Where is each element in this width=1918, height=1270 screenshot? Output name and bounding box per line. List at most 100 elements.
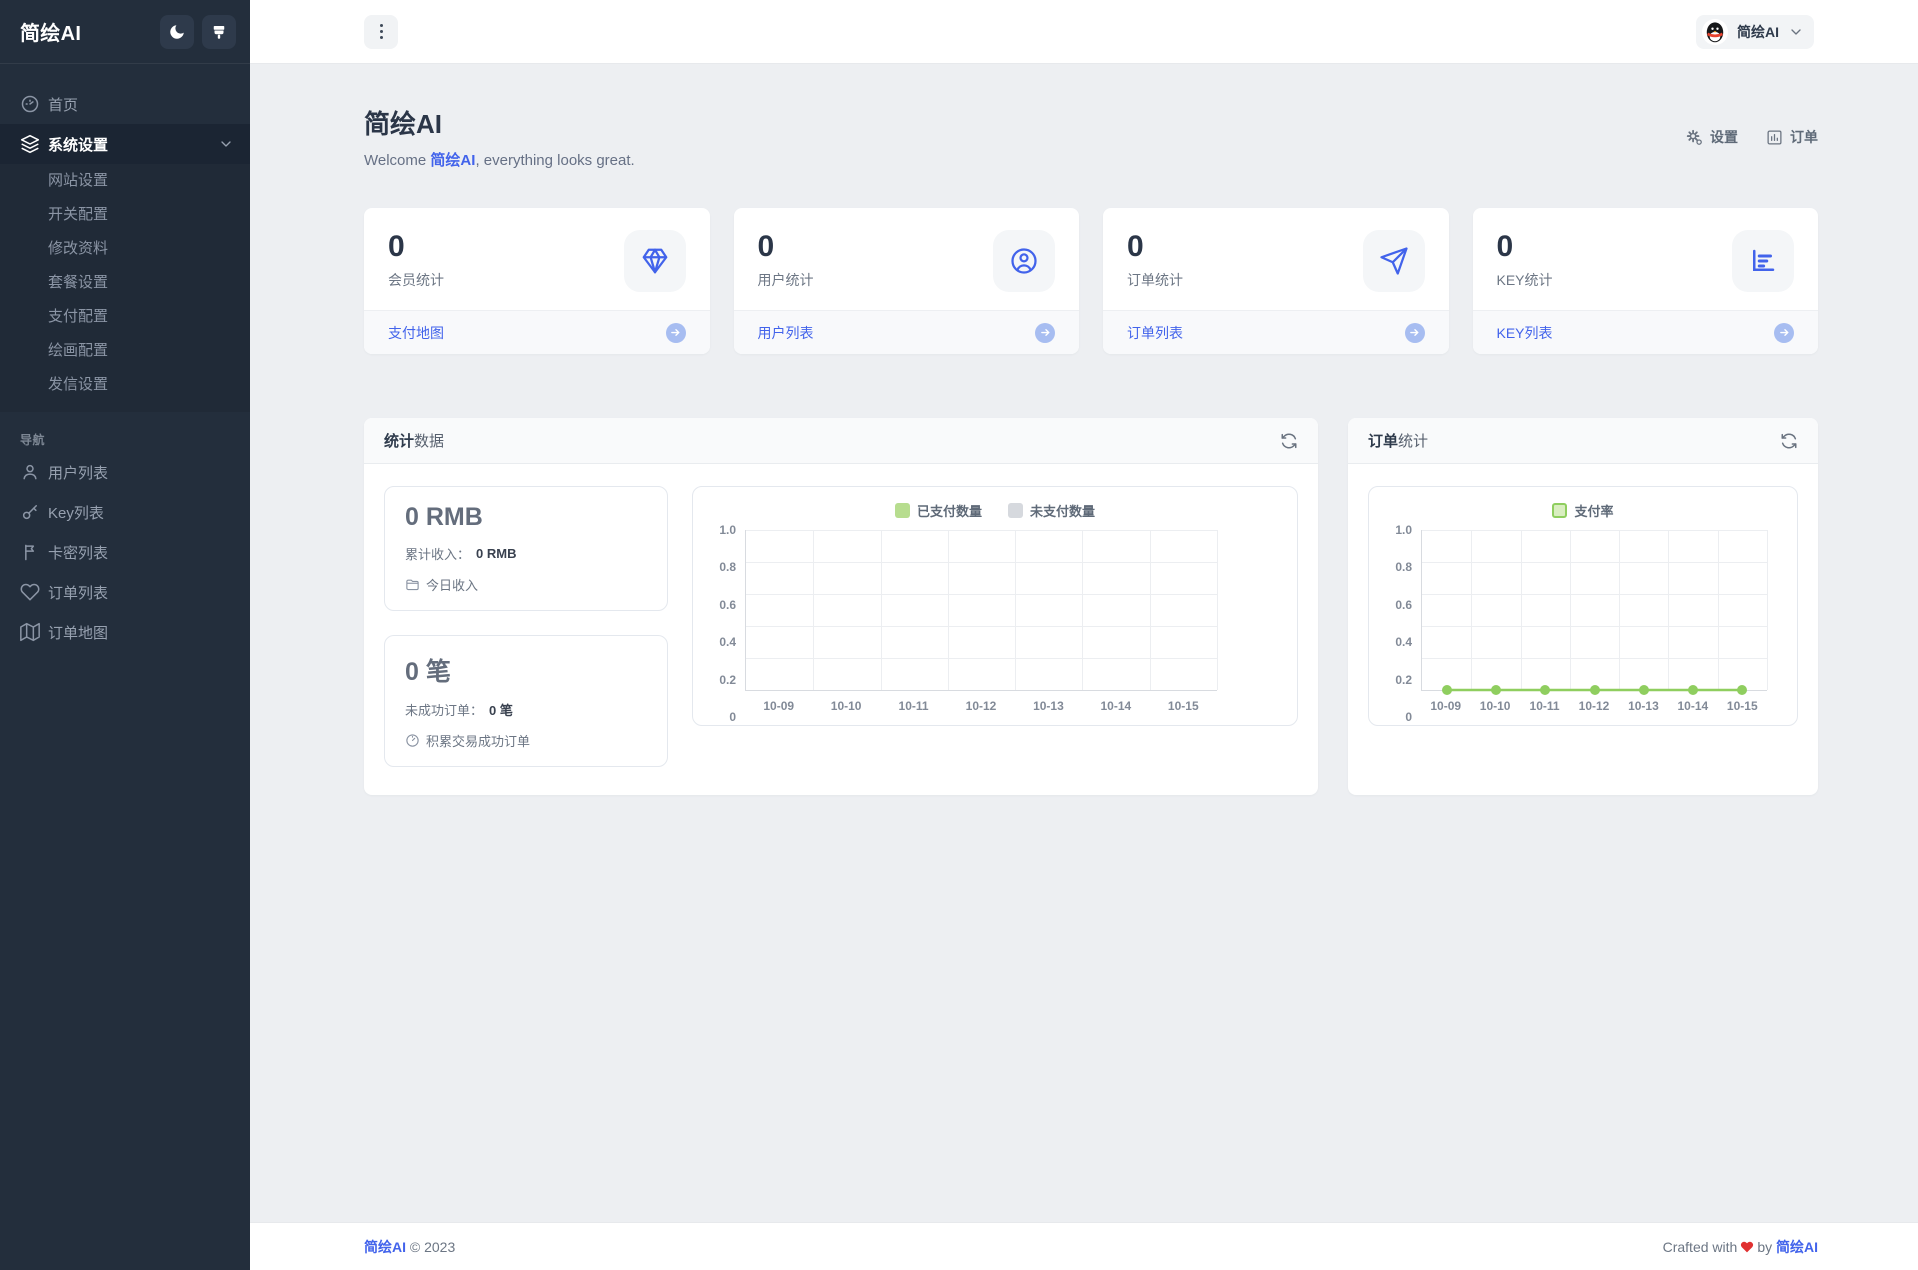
refresh-icon <box>1280 432 1298 450</box>
user-menu[interactable]: 简绘AI <box>1696 15 1814 49</box>
sidebar-subitem-payment-config[interactable]: 支付配置 <box>0 300 250 334</box>
pay-rate-chart: 支付率 00.20.40.60.81.0 10-0910-1010-1110-1… <box>1368 486 1798 726</box>
gridline <box>746 530 1217 531</box>
chevron-down-icon <box>218 136 234 152</box>
stat-cards-row: 0 会员统计 支付地图 <box>364 208 1818 354</box>
stat-footer-link-payment-map[interactable]: 支付地图 <box>364 310 710 354</box>
sidebar-subitem-website-settings[interactable]: 网站设置 <box>0 164 250 198</box>
arrow-right-icon <box>1035 323 1055 343</box>
dashboard-icon <box>20 94 40 114</box>
refresh-button[interactable] <box>1280 432 1298 450</box>
sidebar-subitem-plan-settings[interactable]: 套餐设置 <box>0 266 250 300</box>
moon-icon <box>168 23 186 41</box>
failed-orders-card: 0 笔 未成功订单：0 笔 积累交易成功订单 <box>384 635 668 767</box>
x-tick-label: 10-14 <box>1677 699 1708 713</box>
app-logo[interactable]: 简绘AI <box>20 17 81 46</box>
user-icon <box>20 462 40 482</box>
orders-action[interactable]: 订单 <box>1766 127 1818 147</box>
sidebar-item-label: 系统设置 <box>48 134 108 155</box>
sidebar-item-label: 订单列表 <box>48 582 108 603</box>
footer-brand-link[interactable]: 简绘AI <box>1776 1239 1818 1255</box>
flag-icon <box>20 542 40 562</box>
page-title: 简绘AI <box>364 104 635 141</box>
chart-box-icon <box>1766 129 1783 146</box>
dark-mode-button[interactable] <box>160 15 194 49</box>
wallet-icon <box>405 577 420 592</box>
sidebar-subitem-switch-config[interactable]: 开关配置 <box>0 198 250 232</box>
sidebar-subitem-edit-profile[interactable]: 修改资料 <box>0 232 250 266</box>
stat-value: 0 <box>388 230 444 263</box>
sidebar: 简绘AI 首页 <box>0 0 250 1270</box>
stat-card-members: 0 会员统计 支付地图 <box>364 208 710 354</box>
avatar <box>1702 19 1728 45</box>
panel-title: 订单统计 <box>1368 430 1428 451</box>
stat-card-keys: 0 KEY统计 KEY列表 <box>1473 208 1819 354</box>
welcome-text: Welcome 简绘AI, everything looks great. <box>364 149 635 170</box>
sidebar-item-home[interactable]: 首页 <box>0 84 250 124</box>
stat-value: 0 <box>1497 230 1553 263</box>
bar-chart-icon <box>1732 230 1794 292</box>
legend-item[interactable]: 已支付数量 <box>895 501 982 520</box>
chart-plot <box>745 530 1217 691</box>
chart-legend[interactable]: 支付率 <box>1385 501 1781 520</box>
header-actions: 设置 订单 <box>1686 127 1818 147</box>
gridline <box>1217 530 1218 690</box>
income-line2: 今日收入 <box>405 575 647 594</box>
settings-action[interactable]: 设置 <box>1686 127 1738 147</box>
sidebar-item-user-list[interactable]: 用户列表 <box>0 452 250 492</box>
x-tick-label: 10-15 <box>1168 699 1199 713</box>
x-tick-label: 10-10 <box>831 699 862 713</box>
legend-item[interactable]: 支付率 <box>1552 501 1613 520</box>
gridline <box>746 658 1217 659</box>
layers-icon <box>20 134 40 154</box>
legend-swatch <box>895 503 910 518</box>
menu-button[interactable] <box>364 15 398 49</box>
chart-legend[interactable]: 已支付数量 未支付数量 <box>709 501 1281 520</box>
chart-x-labels: 10-0910-1010-1110-1210-1310-1410-15 <box>1421 691 1767 717</box>
sidebar-item-label: 用户列表 <box>48 462 108 483</box>
x-tick-label: 10-14 <box>1100 699 1131 713</box>
stat-footer-link-user-list[interactable]: 用户列表 <box>734 310 1080 354</box>
x-tick-label: 10-09 <box>1430 699 1461 713</box>
stat-card-orders: 0 订单统计 订单列表 <box>1103 208 1449 354</box>
welcome-user-link[interactable]: 简绘AI <box>430 152 475 169</box>
page-header: 简绘AI Welcome 简绘AI, everything looks grea… <box>364 104 1818 170</box>
y-tick-label: 0.6 <box>719 598 736 612</box>
gridline <box>746 562 1217 563</box>
arrow-right-icon <box>1774 323 1794 343</box>
gridline <box>881 530 882 690</box>
legend-swatch <box>1552 503 1567 518</box>
stat-footer-link-key-list[interactable]: KEY列表 <box>1473 310 1819 354</box>
y-tick-label: 0 <box>729 710 736 724</box>
vertical-dots-icon <box>380 24 383 39</box>
income-card: 0 RMB 累计收入：0 RMB 今日收入 <box>384 486 668 611</box>
refresh-button[interactable] <box>1780 432 1798 450</box>
sidebar-group-system-settings: 系统设置 网站设置 开关配置 修改资料 套餐设置 支付配置 绘画配置 发信设置 <box>0 124 250 412</box>
send-icon <box>1363 230 1425 292</box>
theme-brush-button[interactable] <box>202 15 236 49</box>
failed-orders-line1: 未成功订单：0 笔 <box>405 700 647 719</box>
sidebar-item-order-map[interactable]: 订单地图 <box>0 612 250 652</box>
stat-footer-link-order-list[interactable]: 订单列表 <box>1103 310 1449 354</box>
brush-icon <box>210 23 228 41</box>
x-tick-label: 10-13 <box>1033 699 1064 713</box>
sidebar-item-order-list[interactable]: 订单列表 <box>0 572 250 612</box>
legend-item[interactable]: 未支付数量 <box>1008 501 1095 520</box>
y-tick-label: 0.4 <box>1395 635 1412 649</box>
sidebar-item-card-key-list[interactable]: 卡密列表 <box>0 532 250 572</box>
stat-label: 订单统计 <box>1127 270 1183 290</box>
gridline <box>1082 530 1083 690</box>
sidebar-item-key-list[interactable]: Key列表 <box>0 492 250 532</box>
x-tick-label: 10-13 <box>1628 699 1659 713</box>
footer-credit: Crafted withby 简绘AI <box>1663 1237 1818 1257</box>
sidebar-subitem-mail-settings[interactable]: 发信设置 <box>0 368 250 402</box>
failed-orders-value: 0 笔 <box>405 652 647 688</box>
sidebar-subitem-drawing-config[interactable]: 绘画配置 <box>0 334 250 368</box>
app-root: 简绘AI 首页 <box>0 0 1918 1270</box>
stat-label: KEY统计 <box>1497 270 1553 290</box>
sidebar-item-system-settings[interactable]: 系统设置 <box>0 124 250 164</box>
sidebar-section-label: 导航 <box>0 428 250 452</box>
y-tick-label: 0 <box>1405 710 1412 724</box>
footer-brand-link[interactable]: 简绘AI <box>364 1239 406 1255</box>
heart-icon <box>1740 1240 1754 1254</box>
